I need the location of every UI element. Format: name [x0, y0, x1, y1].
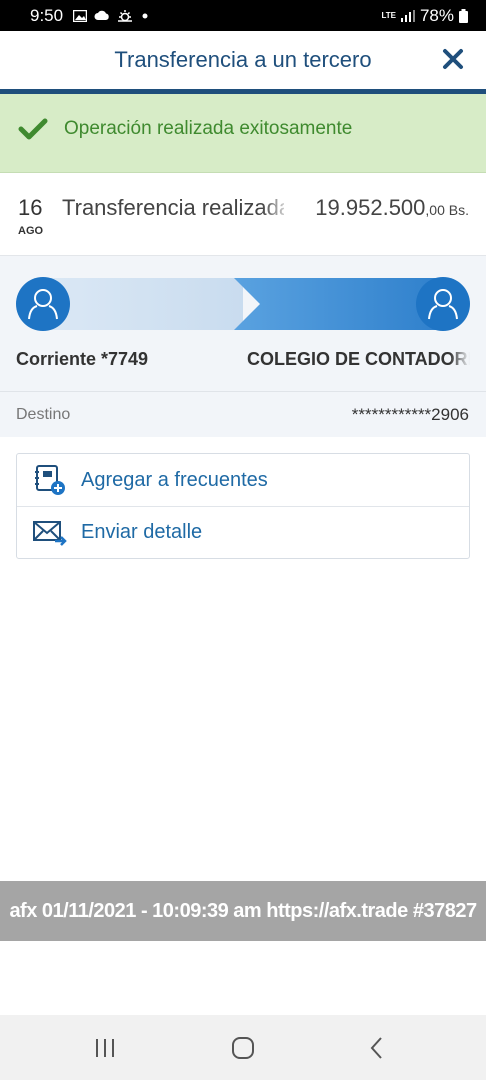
recent-apps-button[interactable] [88, 1031, 122, 1065]
signal-icon [400, 9, 415, 22]
destination-row: Destino ************2906 [0, 391, 486, 437]
destination-fade [450, 346, 470, 374]
destination-name: COLEGIO DE CONTADORES [247, 349, 470, 369]
add-to-favorites-button[interactable]: Agregar a frecuentes [17, 454, 469, 506]
amount-decimals: ,00 Bs. [425, 202, 469, 218]
send-detail-label: Enviar detalle [81, 521, 203, 543]
send-detail-button[interactable]: Enviar detalle [17, 506, 469, 558]
dot-icon [142, 13, 148, 18]
actions-list: Agregar a frecuentes Enviar detalle [16, 453, 470, 559]
app-header: Transferencia a un tercero [0, 31, 486, 89]
watermark-banner: afx 01/11/2021 - 10:09:39 am https://afx… [0, 881, 486, 941]
transfer-flow-graphic [43, 278, 443, 330]
destination-account: ************2906 [351, 405, 469, 424]
status-time: 9:50 [30, 5, 64, 25]
cloud-icon [94, 10, 109, 20]
add-favorite-icon [33, 463, 67, 497]
description-fade [262, 191, 292, 223]
status-bar: 9:50 LTE 78% [0, 0, 486, 31]
watermark-text: afx 01/11/2021 - 10:09:39 am https://afx… [9, 899, 477, 922]
transaction-amount: 19.952.500,00 Bs. [315, 195, 469, 221]
destination-user-icon [416, 277, 470, 331]
success-message: Operación realizada exitosamente [64, 118, 353, 139]
home-icon [232, 1037, 254, 1059]
transfer-panel: Corriente *7749 COLEGIO DE CONTADORES De… [0, 256, 486, 437]
origin-account: Corriente *7749 [16, 349, 149, 369]
transaction-month: AGO [18, 225, 44, 237]
transaction-description: Transferencia realizada [62, 195, 284, 220]
success-banner: Operación realizada exitosamente [0, 94, 486, 173]
back-button[interactable] [360, 1031, 394, 1065]
home-button[interactable] [226, 1031, 260, 1065]
status-right: LTE 78% [381, 6, 468, 26]
navigation-bar [0, 1015, 486, 1080]
destination-label: Destino [16, 406, 71, 423]
battery-icon [459, 8, 468, 23]
add-to-favorites-label: Agregar a frecuentes [81, 468, 268, 491]
send-mail-icon [33, 516, 67, 550]
weather-icon [118, 10, 133, 22]
recent-apps-icon [96, 1039, 114, 1057]
amount-main: 19.952.500 [315, 195, 426, 220]
transaction-summary: 16 AGO Transferencia realizada 19.952.50… [0, 173, 486, 256]
notification-icons [73, 9, 150, 22]
close-icon[interactable] [440, 46, 466, 72]
transaction-day: 16 [18, 195, 43, 220]
gallery-icon [73, 9, 88, 22]
page-title: Transferencia a un tercero [114, 47, 372, 72]
check-icon [18, 118, 48, 140]
network-type: LTE [381, 10, 396, 20]
battery-level: 78% [419, 5, 454, 25]
back-icon [370, 1037, 382, 1059]
origin-user-icon [16, 277, 70, 331]
